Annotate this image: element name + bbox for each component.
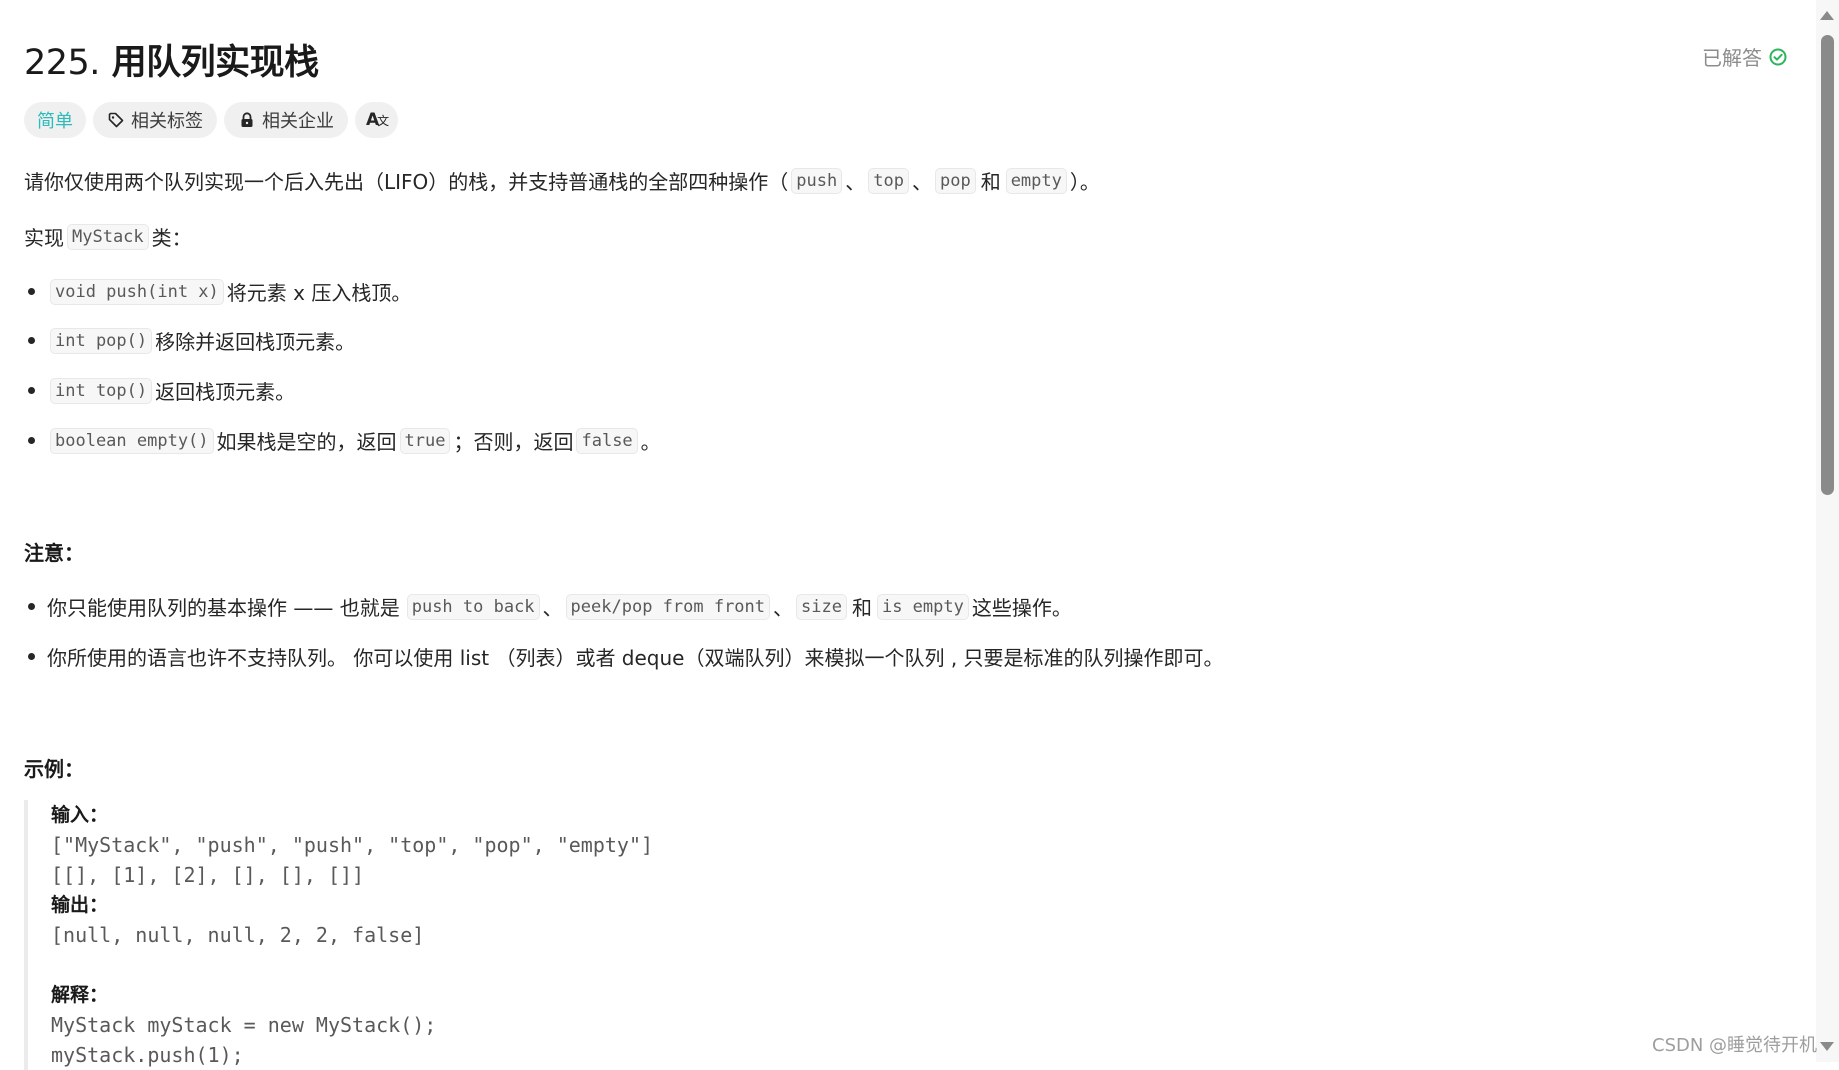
- bullet-icon: [28, 653, 35, 660]
- method-code: int pop(): [50, 327, 153, 354]
- output-label: 输出：: [51, 894, 109, 916]
- method-item: int top() 返回栈顶元素。: [24, 376, 295, 405]
- lock-icon: [241, 112, 253, 127]
- method-text: ；否则，返回: [453, 430, 574, 454]
- method-text: 移除并返回栈顶元素。: [155, 330, 356, 354]
- code-push-to-back: push to back: [406, 593, 540, 620]
- explain-label: 解释：: [51, 984, 109, 1006]
- scroll-down-arrow-icon[interactable]: [1820, 1042, 1834, 1051]
- code-pop: pop: [934, 167, 976, 194]
- separator: 、: [911, 170, 932, 194]
- bullet-icon: [28, 437, 35, 444]
- watermark: CSDN @睡觉待开机: [1652, 1035, 1818, 1056]
- note-item: 你所使用的语言也许不支持队列。 你可以使用 list （列表）或者 deque（…: [24, 642, 1224, 671]
- check-circle-icon: [1769, 48, 1787, 65]
- method-text: 返回栈顶元素。: [155, 380, 296, 404]
- code-size: size: [796, 593, 847, 620]
- method-text: 将元素 x 压入栈顶。: [226, 281, 412, 305]
- tag-icon: [108, 112, 124, 128]
- code-empty: empty: [1005, 167, 1067, 194]
- method-code: boolean empty(): [50, 427, 214, 454]
- bullet-icon: [28, 603, 35, 610]
- code-peek-pop: peek/pop from front: [565, 593, 771, 620]
- intro-text: 请你仅使用两个队列实现一个后入先出（LIFO）的栈，并支持普通栈的全部四种操作（: [24, 170, 789, 194]
- method-item: int pop() 移除并返回栈顶元素。: [24, 326, 355, 355]
- page-title: 225. 用队列实现栈: [24, 34, 319, 85]
- input-label: 输入：: [51, 804, 109, 826]
- example-heading: 示例：: [24, 757, 84, 781]
- method-code: void push(int x): [50, 278, 224, 305]
- separator: 、: [773, 596, 794, 620]
- translate-icon: A文: [366, 110, 389, 130]
- method-text: 。: [640, 430, 661, 454]
- input-line: [[], [1], [2], [], [], []]: [51, 863, 365, 887]
- related-companies-label: 相关企业: [262, 111, 334, 132]
- solved-status: 已解答: [1702, 42, 1788, 71]
- explain-line: myStack.push(1);: [51, 1043, 244, 1067]
- problem-number: 225.: [24, 43, 100, 83]
- problem-title: 用队列实现栈: [111, 43, 320, 83]
- bullet-icon: [28, 387, 35, 394]
- code-top: top: [868, 167, 909, 194]
- note-text: 你只能使用队列的基本操作 —— 也就是: [47, 596, 400, 620]
- example-block: 输入： ["MyStack", "push", "push", "top", "…: [24, 800, 653, 1070]
- implement-line: 实现 MyStack 类：: [24, 222, 192, 251]
- separator: 、: [542, 596, 563, 620]
- related-tags-label: 相关标签: [131, 111, 203, 132]
- note-end: 这些操作。: [971, 596, 1072, 620]
- input-line: ["MyStack", "push", "push", "top", "pop"…: [51, 833, 654, 857]
- translate-button[interactable]: A文: [355, 102, 399, 138]
- and-text: 和: [851, 596, 872, 620]
- and-text: 和: [980, 170, 1001, 194]
- method-item: void push(int x) 将元素 x 压入栈顶。: [24, 277, 411, 306]
- explain-line: MyStack myStack = new MyStack();: [51, 1013, 437, 1037]
- code-push: push: [791, 167, 843, 194]
- separator: 、: [845, 170, 866, 194]
- scrollbar-thumb[interactable]: [1821, 35, 1834, 495]
- code-true: true: [399, 427, 451, 454]
- intro-end: ）。: [1069, 170, 1100, 194]
- method-code: int top(): [50, 377, 153, 404]
- output-line: [null, null, null, 2, 2, false]: [51, 923, 425, 947]
- solved-label: 已解答: [1702, 46, 1762, 70]
- method-item: boolean empty() 如果栈是空的，返回 true ；否则，返回 fa…: [24, 426, 661, 455]
- bullet-icon: [28, 288, 35, 295]
- note-text: 你所使用的语言也许不支持队列。 你可以使用 list （列表）或者 deque（…: [47, 646, 1224, 670]
- implement-suffix: 类：: [151, 226, 192, 250]
- code-false: false: [576, 427, 638, 454]
- tag-row: 简单 相关标签 相关企业 A文: [24, 102, 399, 138]
- code-mystack: MyStack: [67, 223, 149, 250]
- implement-prefix: 实现: [24, 226, 64, 250]
- bullet-icon: [28, 337, 35, 344]
- scroll-up-arrow-icon[interactable]: [1820, 11, 1834, 20]
- difficulty-label: 简单: [37, 111, 73, 132]
- method-text: 如果栈是空的，返回: [216, 430, 397, 454]
- intro-paragraph: 请你仅使用两个队列实现一个后入先出（LIFO）的栈，并支持普通栈的全部四种操作（…: [24, 166, 1100, 195]
- code-is-empty: is empty: [876, 593, 969, 620]
- related-tags-button[interactable]: 相关标签: [93, 102, 217, 138]
- difficulty-badge[interactable]: 简单: [24, 102, 86, 138]
- related-companies-button[interactable]: 相关企业: [224, 102, 348, 138]
- note-item: 你只能使用队列的基本操作 —— 也就是 push to back 、 peek/…: [24, 592, 1072, 621]
- note-heading: 注意：: [24, 541, 84, 565]
